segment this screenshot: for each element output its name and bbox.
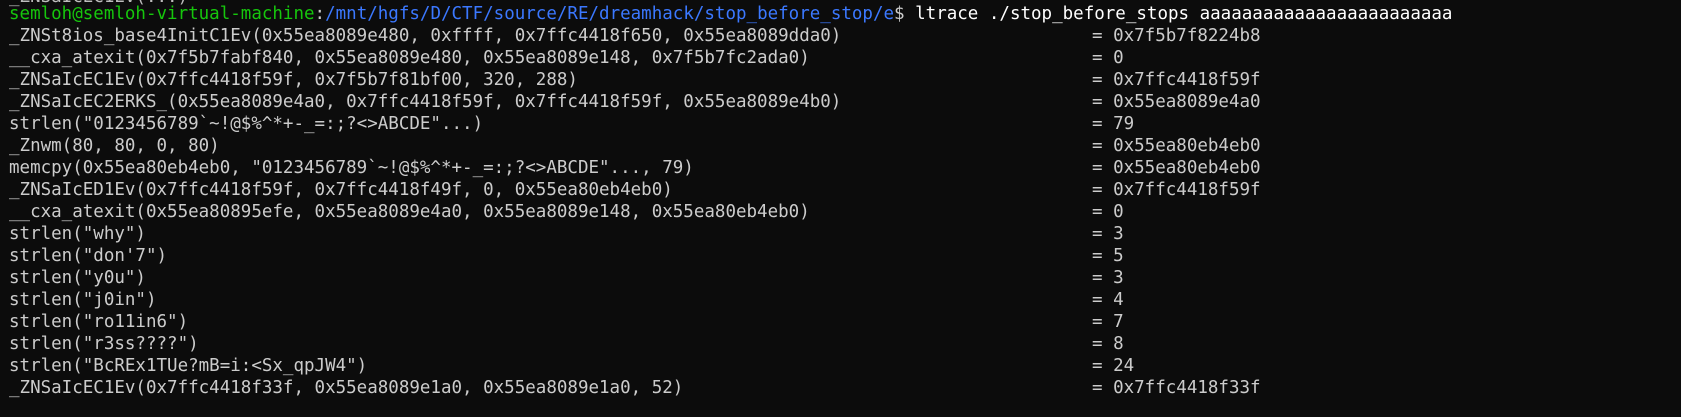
trace-call: _ZNSaIcEC1Ev(0x7ffc4418f33f, 0x55ea8089e… (9, 378, 684, 398)
trace-return: = 7 (1092, 312, 1124, 332)
trace-return: = 3 (1092, 268, 1124, 288)
trace-return: = 8 (1092, 334, 1124, 354)
trace-call: strlen("why") (9, 224, 146, 244)
trace-return: = 0x55ea80eb4eb0 (1092, 158, 1261, 178)
trace-call: strlen("0123456789`~!@$%^*+-_=:;?<>ABCDE… (9, 114, 484, 134)
trace-call: __cxa_atexit(0x7f5b7fabf840, 0x55ea8089e… (9, 48, 810, 68)
trace-call: _ZNSaIcEC2ERKS_(0x55ea8089e4a0, 0x7ffc44… (9, 92, 842, 112)
trace-return: = 5 (1092, 246, 1124, 266)
trace-return: = 4 (1092, 290, 1124, 310)
terminal-window[interactable]: _ZNSaIcEC1Ev(...) semloh@semloh-virtual-… (0, 0, 1681, 417)
trace-call: _ZNSaIcED1Ev(0x7ffc4418f59f, 0x7ffc4418f… (9, 180, 673, 200)
trace-call: strlen("don'7") (9, 246, 168, 266)
trace-return: = 0 (1092, 202, 1124, 222)
trace-call: strlen("ro11in6") (9, 312, 189, 332)
shell-command: ltrace ./stop_before_stops aaaaaaaaaaaaa… (904, 4, 1453, 24)
trace-call: strlen("r3ss????") (9, 334, 199, 354)
trace-return: = 0x7ffc4418f59f (1092, 70, 1261, 90)
prompt-separator: : (314, 4, 326, 24)
trace-return: = 0x7f5b7f8224b8 (1092, 26, 1261, 46)
trace-call: _ZNSt8ios_base4InitC1Ev(0x55ea8089e480, … (9, 26, 842, 46)
trace-return: = 79 (1092, 114, 1135, 134)
shell-prompt-line: semloh@semloh-virtual-machine:/mnt/hgfs/… (9, 3, 1452, 25)
trace-return: = 0 (1092, 48, 1124, 68)
trace-return: = 24 (1092, 356, 1135, 376)
trace-call: strlen("y0u") (9, 268, 146, 288)
trace-return: = 0x7ffc4418f33f (1092, 378, 1261, 398)
trace-return: = 0x55ea8089e4a0 (1092, 92, 1261, 112)
trace-call: _Znwm(80, 80, 0, 80) (9, 136, 220, 156)
prompt-user-host: semloh@semloh-virtual-machine (9, 4, 315, 24)
prompt-dollar: $ (894, 4, 905, 24)
prompt-path: /mnt/hgfs/D/CTF/source/RE/dreamhack/stop… (325, 4, 895, 24)
trace-return: = 0x55ea80eb4eb0 (1092, 136, 1261, 156)
trace-return: = 3 (1092, 224, 1124, 244)
trace-call: strlen("BcREx1TUe?mB=i:<Sx_qpJW4") (9, 356, 368, 376)
trace-return: = 0x7ffc4418f59f (1092, 180, 1261, 200)
trace-call: strlen("j0in") (9, 290, 157, 310)
trace-call: memcpy(0x55ea80eb4eb0, "0123456789`~!@$%… (9, 158, 694, 178)
trace-call: __cxa_atexit(0x55ea80895efe, 0x55ea8089e… (9, 202, 810, 222)
trace-call: _ZNSaIcEC1Ev(0x7ffc4418f59f, 0x7f5b7f81b… (9, 70, 578, 90)
